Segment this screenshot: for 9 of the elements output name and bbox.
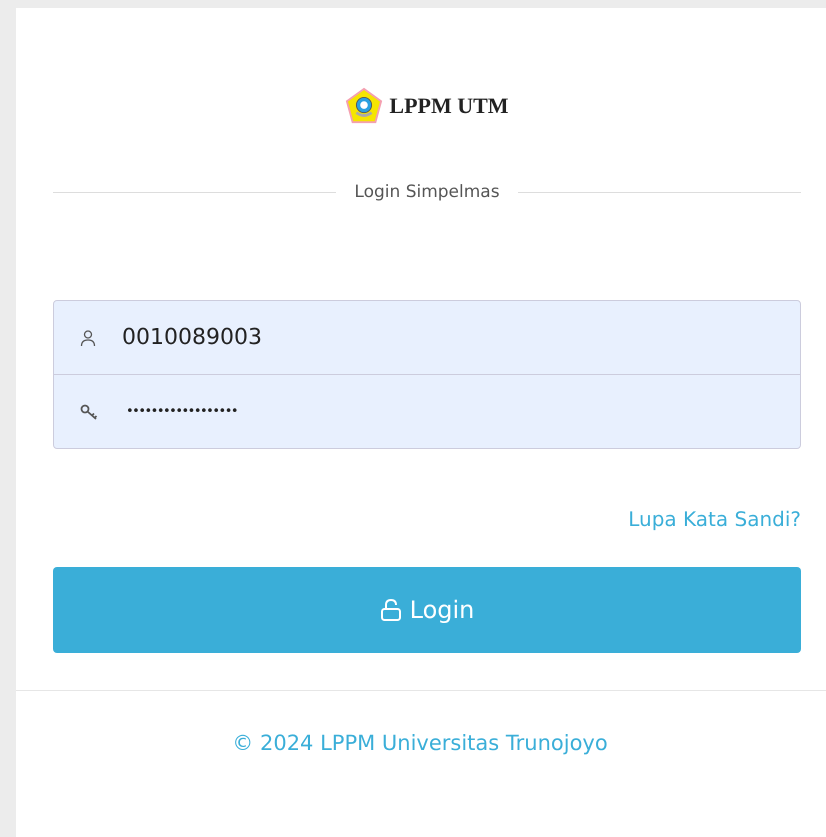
unlock-icon xyxy=(380,598,402,622)
user-icon xyxy=(80,328,96,346)
logo-text: LPPM UTM xyxy=(389,93,509,119)
password-field[interactable]: •••••••••••••••••• xyxy=(54,374,800,448)
key-icon xyxy=(80,402,100,420)
form-heading: Login Simpelmas xyxy=(354,182,500,202)
emblem-logo xyxy=(345,87,384,125)
copyright-text: © 2024 LPPM Universitas Trunojoyo xyxy=(232,731,608,755)
username-field[interactable]: 0010089003 xyxy=(54,301,800,374)
